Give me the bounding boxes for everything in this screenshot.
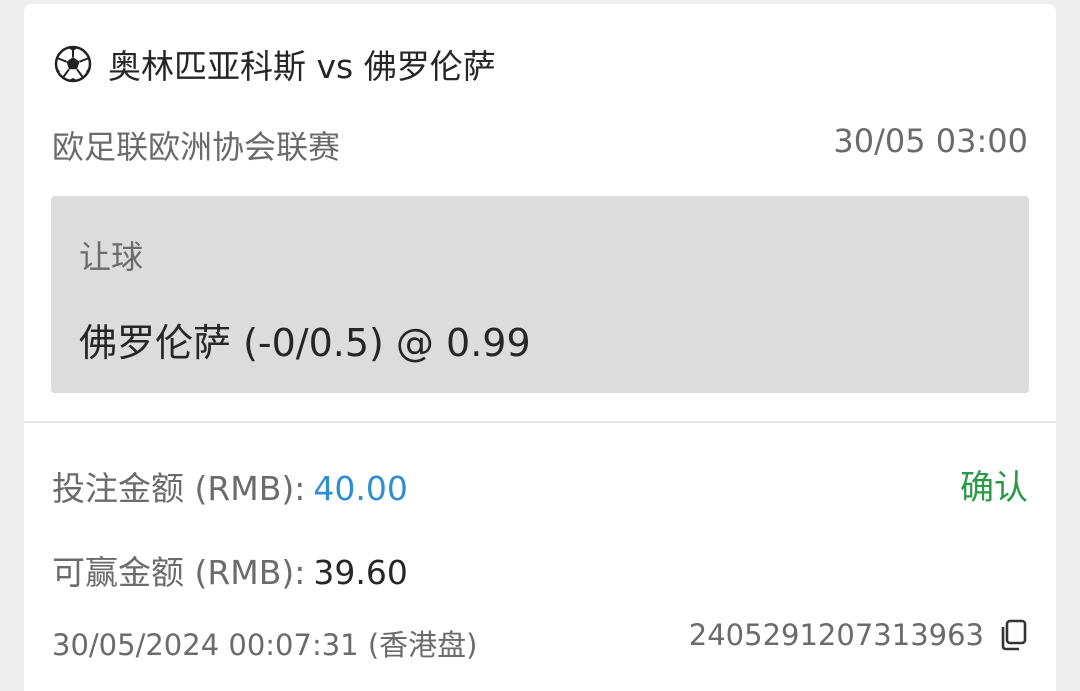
- market-label: 让球: [79, 238, 144, 276]
- stake-amount[interactable]: 40.00: [313, 469, 407, 508]
- stake-label: 投注金额 (RMB):: [52, 469, 306, 508]
- selection-odds: 佛罗伦萨 (-0/0.5) @ 0.99: [79, 321, 531, 365]
- confirm-button[interactable]: 确认: [960, 460, 1028, 509]
- reference-group: 2405291207313963: [689, 618, 1028, 652]
- match-title: 奥林匹亚科斯 vs 佛罗伦萨: [54, 38, 496, 90]
- bet-slip-card: 奥林匹亚科斯 vs 佛罗伦萨 欧足联欧洲协会联赛 30/05 03:00 让球 …: [24, 4, 1056, 691]
- kickoff-time: 30/05 03:00: [833, 122, 1028, 160]
- reference-number: 2405291207313963: [688, 618, 984, 652]
- winnings-label: 可赢金额 (RMB):: [52, 553, 306, 592]
- winnings-amount: 39.60: [313, 553, 408, 592]
- winnings-row: 可赢金额 (RMB): 39.60: [52, 546, 408, 594]
- copy-icon[interactable]: [998, 619, 1028, 651]
- divider: [24, 421, 1056, 423]
- stake-row: 投注金额 (RMB): 40.00: [52, 462, 408, 510]
- selection-box: 让球 佛罗伦萨 (-0/0.5) @ 0.99: [51, 196, 1029, 393]
- league-name: 欧足联欧洲协会联赛: [52, 128, 341, 166]
- placed-time: 30/05/2024 00:07:31 (香港盘): [52, 628, 478, 662]
- soccer-ball-icon: [54, 45, 92, 83]
- match-title-text: 奥林匹亚科斯 vs 佛罗伦萨: [108, 47, 496, 86]
